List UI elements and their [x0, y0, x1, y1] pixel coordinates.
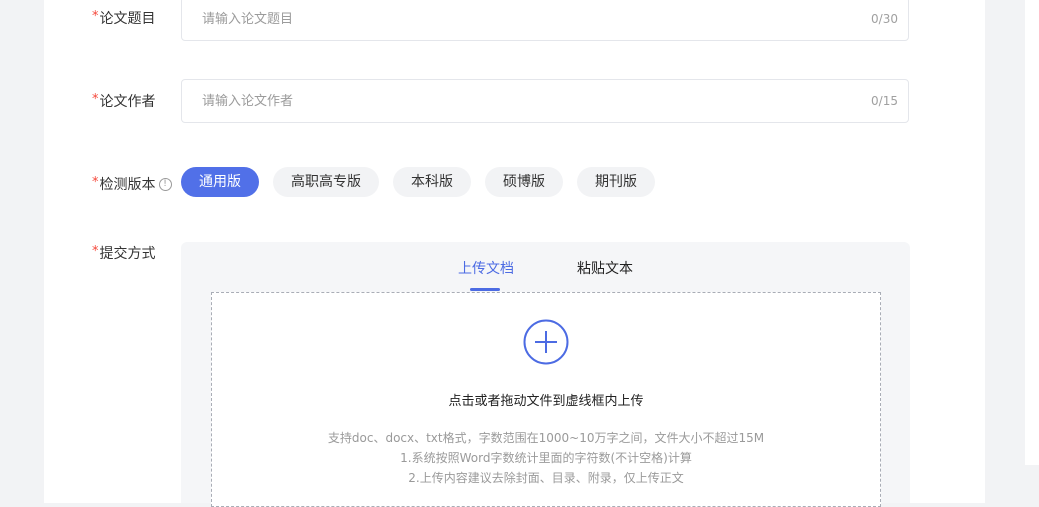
title-field-label: * 论文题目 — [92, 8, 156, 28]
version-field-label: * 检测版本 ! — [92, 174, 172, 194]
side-panel-edge — [1025, 0, 1039, 465]
required-mark: * — [92, 243, 99, 259]
version-label-text: 检测版本 — [99, 177, 156, 193]
info-icon[interactable]: ! — [158, 177, 172, 191]
author-label-text: 论文作者 — [99, 94, 156, 110]
submit-field-label: * 提交方式 — [92, 243, 156, 263]
title-char-counter: 0/30 — [871, 12, 898, 26]
version-option-vocational[interactable]: 高职高专版 — [273, 167, 379, 197]
submit-label-text: 提交方式 — [99, 246, 156, 262]
tab-paste-text[interactable]: 粘贴文本 — [577, 258, 633, 278]
title-label-text: 论文题目 — [99, 11, 156, 27]
active-tab-indicator — [470, 288, 500, 291]
author-field-label: * 论文作者 — [92, 91, 156, 111]
plus-circle-icon[interactable] — [523, 319, 569, 365]
version-option-general[interactable]: 通用版 — [181, 167, 259, 197]
tab-upload-document[interactable]: 上传文档 — [458, 258, 514, 278]
author-input-box: 0/15 — [181, 79, 909, 123]
required-mark: * — [92, 174, 99, 190]
required-mark: * — [92, 91, 99, 107]
version-option-bachelor[interactable]: 本科版 — [393, 167, 471, 197]
required-mark: * — [92, 8, 99, 24]
title-input[interactable] — [182, 0, 822, 40]
submit-panel: 上传文档 粘贴文本 点击或者拖动文件到虚线框内上传 支持doc、docx、txt… — [181, 242, 910, 507]
author-input[interactable] — [182, 80, 822, 122]
upload-count-hint: 1.系统按照Word字数统计里面的字符数(不计空格)计算 — [400, 451, 692, 465]
upload-instruction: 点击或者拖动文件到虚线框内上传 — [448, 394, 644, 409]
upload-content-hint: 2.上传内容建议去除封面、目录、附录，仅上传正文 — [408, 471, 684, 485]
upload-dropzone[interactable]: 点击或者拖动文件到虚线框内上传 支持doc、docx、txt格式，字数范围在10… — [211, 292, 881, 507]
author-char-counter: 0/15 — [871, 94, 898, 108]
version-option-master-phd[interactable]: 硕博版 — [485, 167, 563, 197]
upload-format-hint: 支持doc、docx、txt格式，字数范围在1000~10万字之间，文件大小不超… — [327, 431, 765, 445]
title-input-box: 0/30 — [181, 0, 909, 41]
version-option-journal[interactable]: 期刊版 — [577, 167, 655, 197]
